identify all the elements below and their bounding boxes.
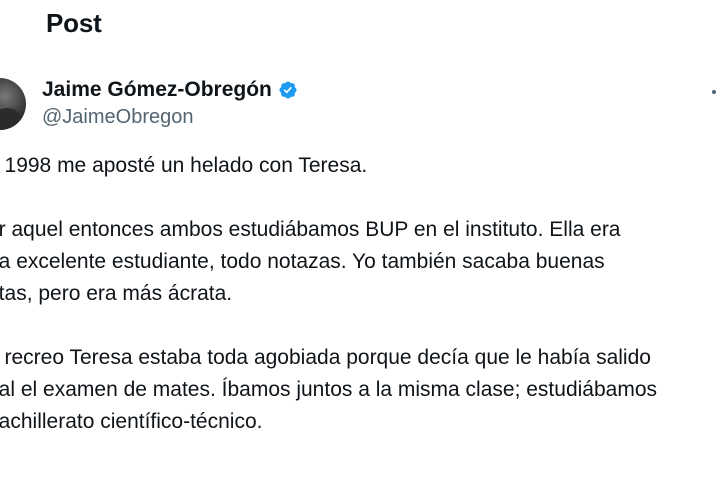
- avatar[interactable]: [0, 78, 26, 130]
- tweet-line: otas, pero era más ácrata.: [0, 282, 233, 305]
- tweet-line: n recreo Teresa estaba toda agobiada por…: [0, 346, 651, 369]
- post-page: Post Jaime Gómez-Obregón @JaimeObregon n…: [0, 0, 720, 480]
- tweet-paragraph: n 1998 me aposté un helado con Teresa.: [0, 150, 720, 182]
- tweet-paragraph: or aquel entonces ambos estudiábamos BUP…: [0, 214, 720, 310]
- verified-badge-icon: [279, 81, 297, 99]
- tweet-paragraph: n recreo Teresa estaba toda agobiada por…: [0, 342, 720, 438]
- author-handle[interactable]: @JaimeObregon: [42, 106, 193, 129]
- tweet-line: nal el examen de mates. Íbamos juntos a …: [0, 378, 658, 401]
- author-display-name[interactable]: Jaime Gómez-Obregón: [42, 78, 272, 102]
- tweet-line: bachillerato científico-técnico.: [0, 410, 263, 433]
- tweet-line: na excelente estudiante, todo notazas. Y…: [0, 250, 605, 273]
- tweet-line: n 1998 me aposté un helado con Teresa.: [0, 154, 368, 177]
- tweet-line: or aquel entonces ambos estudiábamos BUP…: [0, 218, 621, 241]
- page-title: Post: [46, 8, 102, 38]
- author-name-row[interactable]: Jaime Gómez-Obregón: [42, 78, 298, 102]
- more-options-icon[interactable]: [708, 88, 720, 96]
- tweet-text: n 1998 me aposté un helado con Teresa. o…: [0, 150, 720, 470]
